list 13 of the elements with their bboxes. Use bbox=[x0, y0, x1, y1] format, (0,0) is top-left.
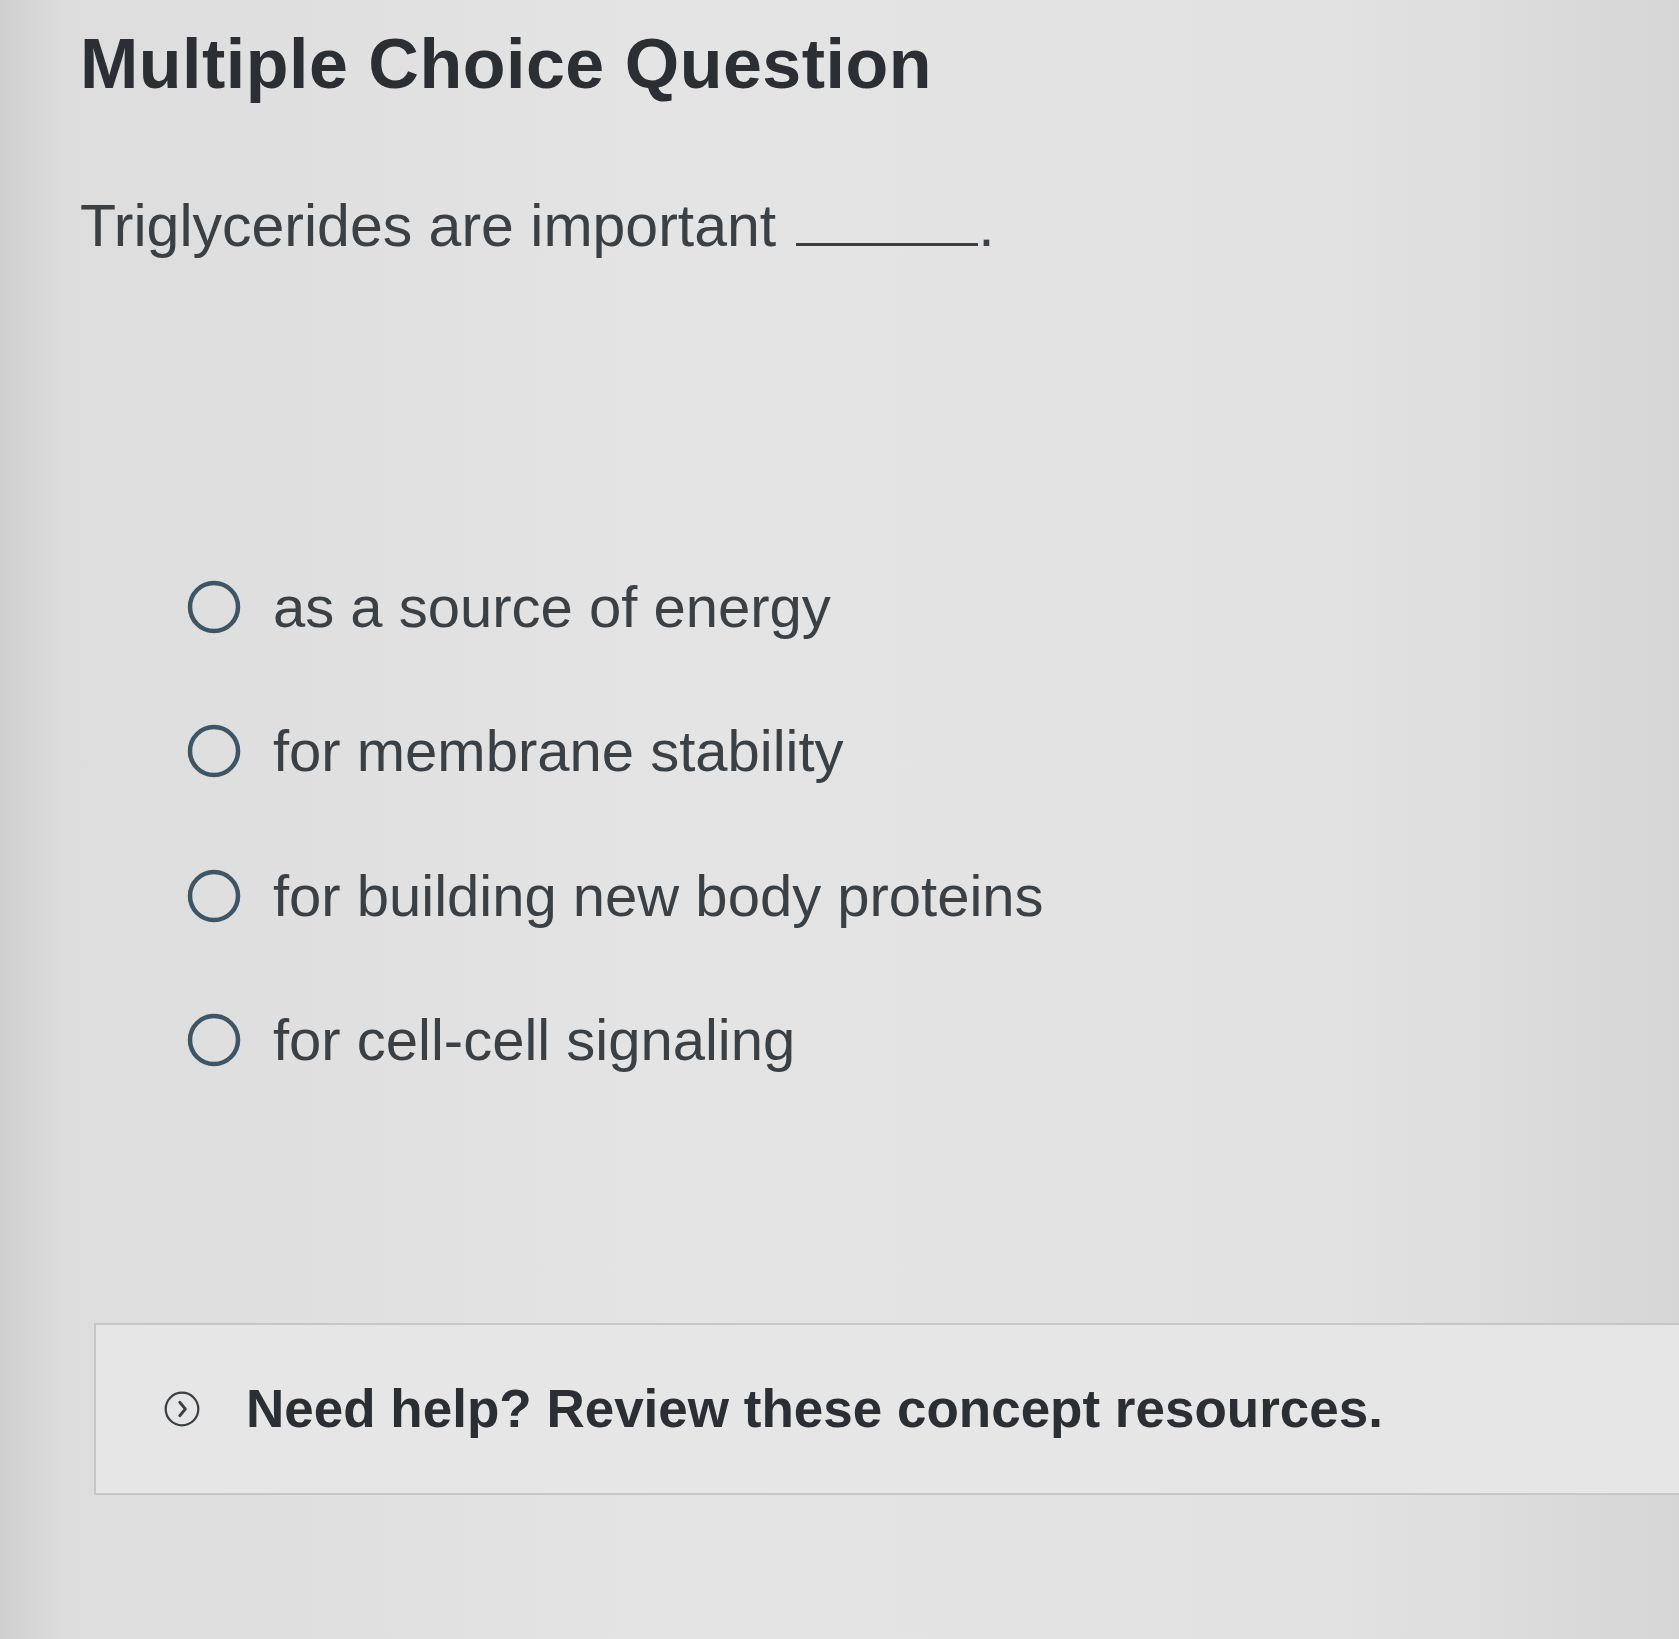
option-label[interactable]: as a source of energy bbox=[273, 570, 831, 643]
radio-button[interactable] bbox=[187, 579, 241, 634]
question-heading: Multiple Choice Question bbox=[80, 24, 934, 105]
help-link[interactable]: Need help? Review these concept resources. bbox=[246, 1368, 1383, 1449]
period-text: . bbox=[978, 192, 995, 261]
option-label[interactable]: for membrane stability bbox=[273, 715, 844, 788]
radio-button[interactable] bbox=[187, 868, 241, 923]
question-text: Triglycerides are important bbox=[80, 192, 777, 261]
radio-button[interactable] bbox=[187, 1013, 241, 1068]
option-label[interactable]: for cell-cell signaling bbox=[273, 1004, 796, 1077]
radio-button[interactable] bbox=[187, 724, 241, 779]
chevron-icon[interactable] bbox=[164, 1390, 200, 1427]
option-label[interactable]: for building new body proteins bbox=[273, 859, 1044, 932]
